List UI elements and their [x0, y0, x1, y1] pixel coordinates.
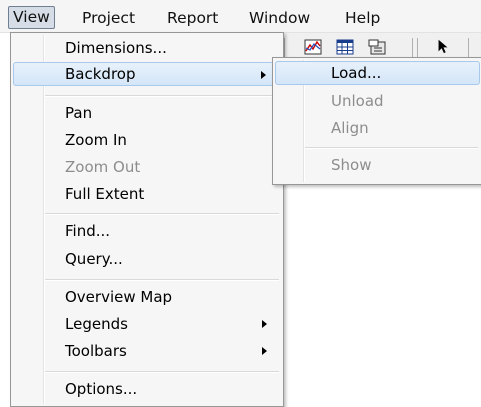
- menu-item-label: Overview Map: [65, 288, 173, 306]
- submenu-item-load[interactable]: Load...: [275, 61, 480, 85]
- submenu-arrow-icon: [262, 320, 267, 328]
- menu-item-overview-map[interactable]: Overview Map: [13, 285, 281, 309]
- menu-item-label: Find...: [65, 222, 111, 240]
- menu-item-label: Options...: [65, 380, 138, 398]
- menu-item-label: Unload: [331, 92, 384, 110]
- menu-item-label: Show: [331, 156, 372, 174]
- menu-separator: [305, 147, 478, 149]
- submenu-item-show: Show: [275, 153, 480, 177]
- menu-item-label: Legends: [65, 315, 128, 333]
- menu-item-backdrop[interactable]: Backdrop: [13, 62, 281, 86]
- submenu-item-align: Align: [275, 116, 480, 140]
- table-icon[interactable]: [336, 39, 354, 55]
- menu-item-zoom-in[interactable]: Zoom In: [13, 128, 281, 152]
- menu-separator: [45, 213, 279, 215]
- menu-item-label: Toolbars: [65, 342, 127, 360]
- menu-separator: [45, 95, 279, 97]
- menu-item-legends[interactable]: Legends: [13, 312, 281, 336]
- menu-item-label: Backdrop: [65, 65, 136, 83]
- submenu-arrow-icon: [262, 347, 267, 355]
- menu-item-full-extent[interactable]: Full Extent: [13, 182, 281, 206]
- menu-item-label: Dimensions...: [65, 39, 167, 57]
- menu-bar: View Project Report Window Help: [0, 0, 481, 33]
- menu-item-find[interactable]: Find...: [13, 219, 281, 243]
- menu-item-dimensions[interactable]: Dimensions...: [13, 36, 281, 60]
- menu-help[interactable]: Help: [345, 7, 380, 29]
- menu-project[interactable]: Project: [82, 7, 135, 29]
- backdrop-submenu: Load... Unload Align Show: [272, 57, 481, 185]
- menu-item-label: Full Extent: [65, 185, 145, 203]
- select-pointer-icon[interactable]: [434, 38, 452, 54]
- view-menu-dropdown: Dimensions... Backdrop Pan Zoom In Zoom …: [10, 32, 284, 407]
- menu-view[interactable]: View: [8, 6, 55, 29]
- menu-item-label: Zoom In: [65, 131, 127, 149]
- menu-item-zoom-out: Zoom Out: [13, 155, 281, 179]
- menu-window[interactable]: Window: [249, 7, 310, 29]
- menu-item-label: Align: [331, 119, 369, 137]
- toolbar-separator: [412, 38, 413, 58]
- menu-item-label: Zoom Out: [65, 158, 141, 176]
- properties-icon[interactable]: [368, 39, 386, 55]
- toolbar-separator: [417, 38, 418, 58]
- menu-separator: [45, 279, 279, 281]
- menu-item-label: Load...: [331, 64, 382, 82]
- submenu-item-unload: Unload: [275, 89, 480, 113]
- graph-icon[interactable]: [304, 39, 322, 55]
- menu-item-label: Query...: [65, 250, 123, 268]
- toolbar-separator: [468, 38, 469, 58]
- menu-item-pan[interactable]: Pan: [13, 101, 281, 125]
- menu-separator: [45, 371, 279, 373]
- submenu-arrow-icon: [261, 71, 266, 79]
- toolbar-separator: [284, 38, 285, 58]
- menu-item-toolbars[interactable]: Toolbars: [13, 339, 281, 363]
- menu-item-options[interactable]: Options...: [13, 377, 281, 401]
- menu-item-label: Pan: [65, 104, 93, 122]
- menu-report[interactable]: Report: [167, 7, 218, 29]
- menu-item-query[interactable]: Query...: [13, 247, 281, 271]
